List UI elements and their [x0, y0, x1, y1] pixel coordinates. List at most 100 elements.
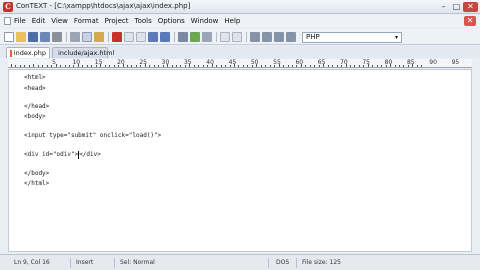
code-line: </body>: [24, 170, 50, 177]
bookmark-icon[interactable]: [220, 32, 230, 42]
replace-icon[interactable]: [190, 32, 200, 42]
save-icon[interactable]: [28, 32, 38, 42]
undo-icon[interactable]: [148, 32, 158, 42]
line-ending: DOS: [276, 259, 290, 266]
ruler-tick: [225, 65, 227, 67]
ruler-tick: [33, 64, 35, 67]
wrap-icon[interactable]: [136, 32, 146, 42]
tab-label: index.php: [13, 49, 46, 57]
find-icon[interactable]: [178, 32, 188, 42]
paste-icon[interactable]: [94, 32, 104, 42]
ruler-tick: [19, 65, 21, 67]
toolbar: PHP ▾: [0, 29, 480, 45]
ruler-tick: [198, 65, 200, 67]
ruler-tick: [91, 65, 93, 67]
ruler-tick: [153, 65, 155, 67]
redo-icon[interactable]: [160, 32, 170, 42]
ruler-tick: [412, 64, 414, 67]
ruler-tick: [135, 65, 137, 67]
cursor-position: Ln 9, Col 16: [14, 259, 50, 266]
delete-icon[interactable]: [112, 32, 122, 42]
code-editor[interactable]: <html> <head> </head> <body> <input type…: [8, 69, 472, 252]
ruler-tick: [167, 64, 169, 67]
ruler-tick: [51, 65, 53, 67]
menu-view[interactable]: View: [51, 17, 68, 25]
code-line: <head>: [24, 85, 46, 92]
ruler-tick: [278, 64, 280, 67]
ruler-tick: [363, 65, 365, 67]
code-line: </head>: [24, 103, 50, 110]
menu-tools[interactable]: Tools: [135, 17, 152, 25]
status-bar: Ln 9, Col 16 Insert Sel: Normal DOS File…: [0, 254, 480, 270]
menu-bar: File Edit View Format Project Tools Opti…: [0, 15, 480, 27]
ruler-tick: [229, 65, 231, 67]
ruler-tick: [126, 65, 128, 67]
menu-help[interactable]: Help: [224, 17, 240, 25]
ruler-tick: [274, 65, 276, 67]
ruler-tick: [242, 65, 244, 67]
ruler-tick: [327, 65, 329, 67]
new-file-icon[interactable]: [4, 32, 14, 42]
ruler-tick: [162, 65, 164, 67]
ruler-tick: [193, 65, 195, 67]
open-file-icon[interactable]: [16, 32, 26, 42]
indent-icon[interactable]: [250, 32, 260, 42]
toolbar-separator: [108, 32, 109, 42]
find-next-icon[interactable]: [202, 32, 212, 42]
ruler-tick: [296, 65, 298, 67]
ruler-tick: [86, 65, 88, 67]
ruler-tick: [104, 65, 106, 67]
bookmark-next-icon[interactable]: [232, 32, 242, 42]
language-select[interactable]: PHP ▾: [302, 32, 402, 43]
menu-options[interactable]: Options: [158, 17, 185, 25]
ruler-tick: [309, 65, 311, 67]
ruler-tick: [184, 65, 186, 67]
ruler-tick: [202, 65, 204, 67]
ruler-tick: [394, 65, 396, 67]
tab-include-ajax[interactable]: include/ajax.html: [52, 47, 114, 58]
status-separator: [296, 258, 297, 268]
cut-icon[interactable]: [70, 32, 80, 42]
copy-icon[interactable]: [82, 32, 92, 42]
ruler-tick: [381, 65, 383, 67]
ruler-tick: [207, 65, 209, 67]
select-all-icon[interactable]: [124, 32, 134, 42]
tab-index-php[interactable]: index.php: [6, 47, 50, 58]
uncomment-icon[interactable]: [286, 32, 296, 42]
menu-project[interactable]: Project: [105, 17, 129, 25]
menu-window[interactable]: Window: [191, 17, 219, 25]
menu-format[interactable]: Format: [74, 17, 99, 25]
code-line-current: <div id="odiv"></div>: [24, 151, 101, 159]
ruler: 5 10 15 20 25 30 35 40 45 50 55 60 65 70 75 80 85 90 95: [8, 59, 472, 68]
minimize-button[interactable]: –: [437, 2, 450, 12]
ruler-tick: [46, 65, 48, 67]
close-button[interactable]: ✕: [463, 2, 478, 12]
ruler-tick: [113, 65, 115, 67]
ruler-tick: [345, 64, 347, 67]
ruler-tick: [220, 65, 222, 67]
document-icon[interactable]: [4, 17, 11, 25]
ruler-tick: [131, 65, 133, 67]
status-separator: [114, 258, 115, 268]
php-file-icon: [10, 49, 12, 57]
file-size: File size: 125: [302, 259, 341, 266]
code-text: </div>: [79, 151, 101, 158]
menu-edit[interactable]: Edit: [32, 17, 46, 25]
ruler-tick: [314, 65, 316, 67]
ruler-tick: [354, 65, 356, 67]
outdent-icon[interactable]: [262, 32, 272, 42]
ruler-tick: [403, 65, 405, 67]
print-icon[interactable]: [52, 32, 62, 42]
ruler-tick: [256, 64, 258, 67]
ruler-tick: [24, 65, 26, 67]
document-close-button[interactable]: ✕: [464, 16, 476, 26]
ruler-tick: [247, 65, 249, 67]
code-line: </html>: [24, 180, 50, 187]
save-all-icon[interactable]: [40, 32, 50, 42]
ruler-tick: [68, 65, 70, 67]
maximize-button[interactable]: □: [450, 2, 463, 12]
chevron-down-icon: ▾: [394, 34, 398, 41]
ruler-tick: [189, 64, 191, 67]
comment-icon[interactable]: [274, 32, 284, 42]
menu-file[interactable]: File: [14, 17, 26, 25]
